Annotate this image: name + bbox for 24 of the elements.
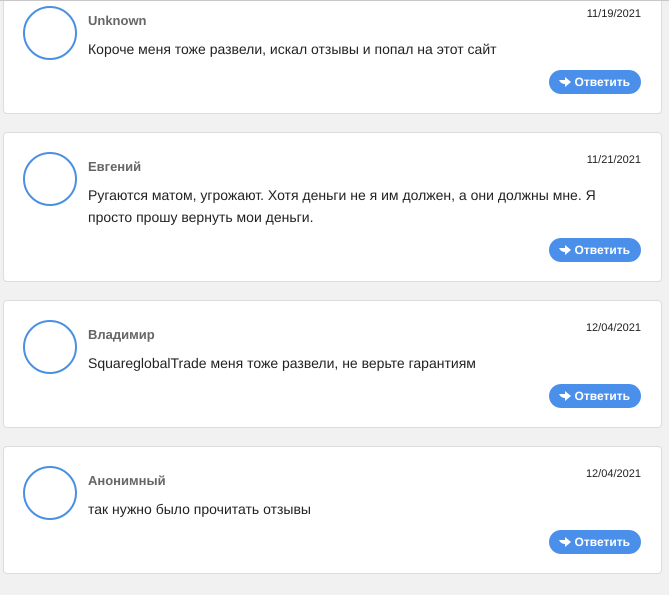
author-name: Владимир (88, 327, 155, 342)
comment-date: 12/04/2021 (586, 468, 641, 480)
comment-date: 11/21/2021 (586, 154, 641, 166)
avatar (23, 152, 77, 206)
reply-button[interactable]: Ответить (548, 530, 641, 554)
reply-arrow-icon (558, 537, 571, 547)
comment-text: SquareglobalTrade меня тоже развели, не верьте гарантиям (88, 354, 477, 373)
comment-date: 12/04/2021 (586, 322, 641, 334)
reply-button[interactable]: Ответить (548, 238, 641, 262)
reply-arrow-icon (558, 245, 571, 255)
reply-button[interactable]: Ответить (548, 70, 641, 94)
comment-date: 11/19/2021 (586, 8, 641, 20)
author-name: Анонимный (88, 473, 166, 488)
reply-arrow-icon (558, 391, 571, 401)
author-name: Евгений (88, 159, 142, 174)
reply-button[interactable]: Ответить (548, 384, 641, 408)
avatar (23, 466, 77, 520)
comment-text: так нужно было прочитать отзывы (88, 500, 312, 519)
author-name: Unknown (88, 13, 146, 28)
reply-arrow-icon (558, 77, 571, 87)
comment-text: Короче меня тоже развели, искал отзывы и попал на этот сайт (88, 40, 498, 59)
avatar (23, 6, 77, 60)
comment-text: Ругаются матом, угрожают. Хотя деньги не я им должен, а они должны мне. Я просто прошу вернуть мои деньги. (88, 186, 597, 227)
avatar (23, 320, 77, 374)
